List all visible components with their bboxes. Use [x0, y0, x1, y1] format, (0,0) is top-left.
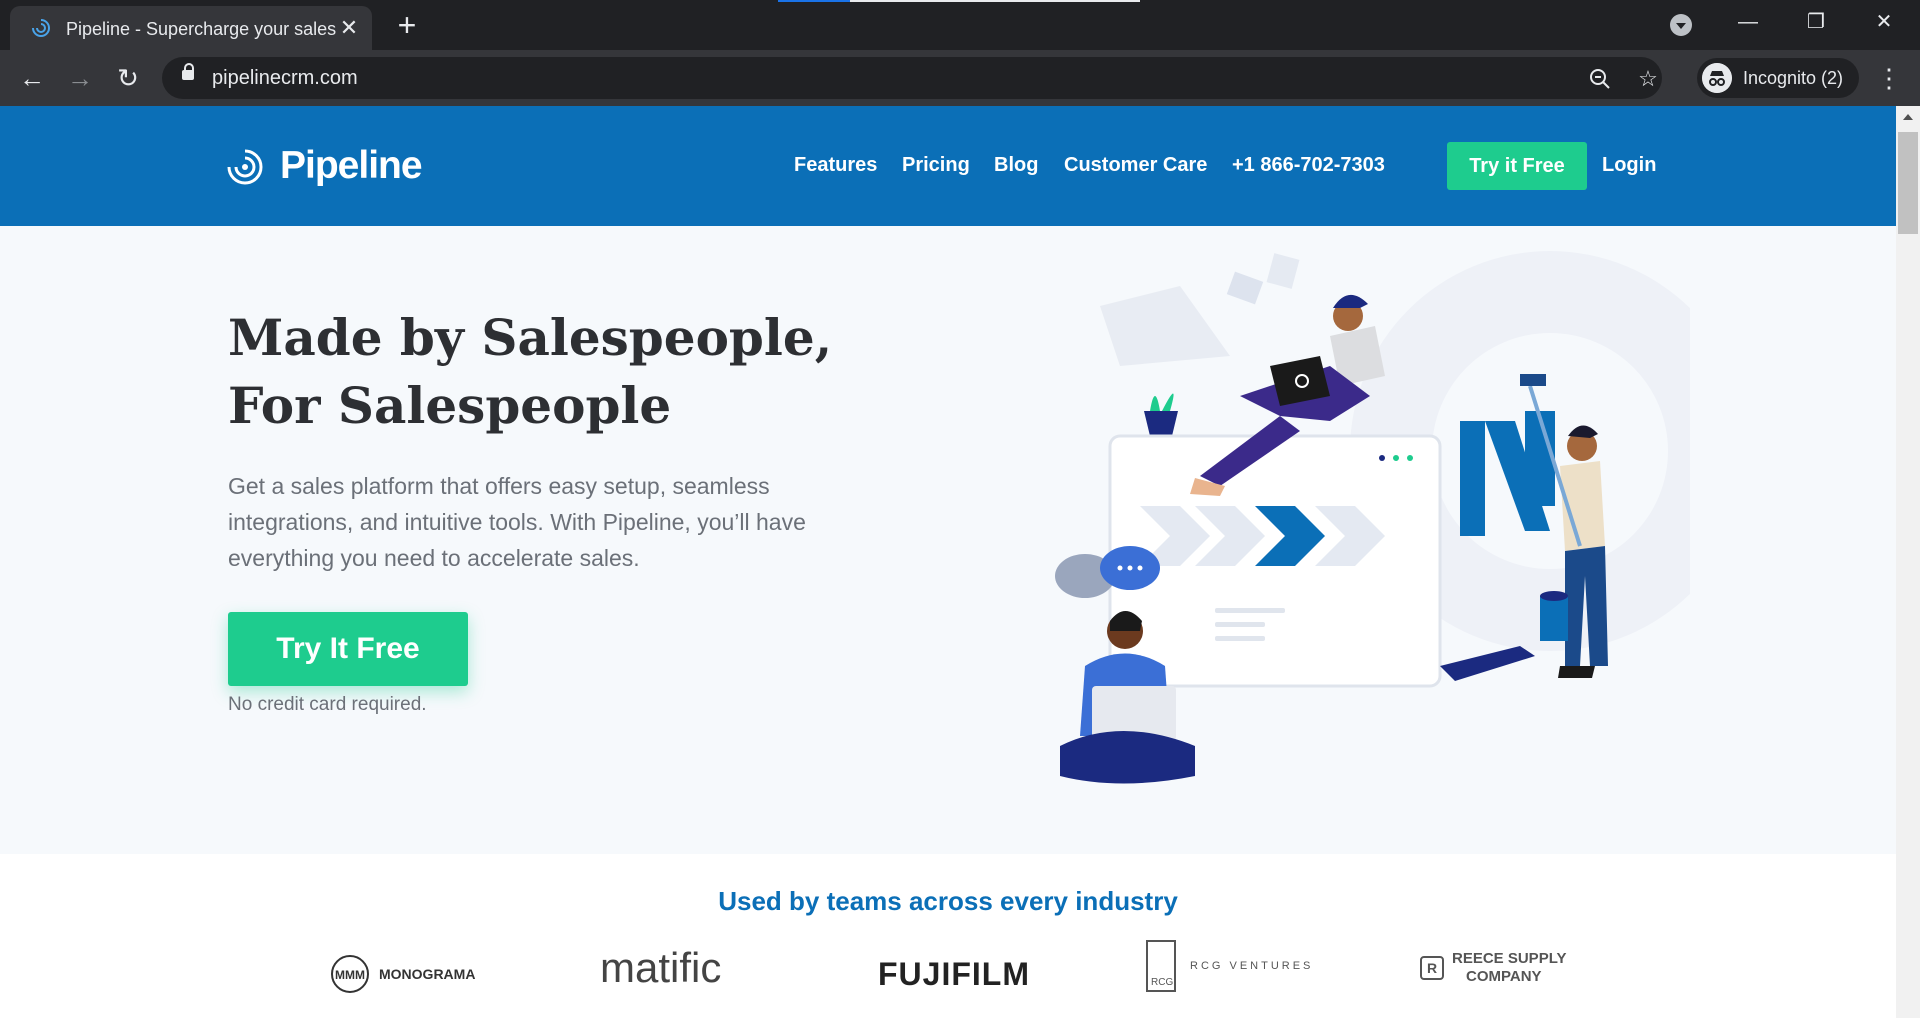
no-credit-card-note: No credit card required.	[228, 694, 427, 715]
pipeline-logo-icon	[227, 149, 263, 185]
scrollbar-thumb[interactable]	[1898, 132, 1918, 234]
browser-toolbar: ← → ↻ pipelinecrm.com ☆ Incognito (2) ⋮	[0, 50, 1920, 106]
rcg-ventures-text: RCG VENTURES	[1190, 960, 1314, 972]
reece-text-line2: COMPANY	[1466, 968, 1542, 985]
lock-icon	[182, 63, 194, 80]
profile-label: Incognito (2)	[1743, 68, 1844, 88]
bookmark-star-icon[interactable]: ☆	[1634, 65, 1662, 93]
nav-customer-care[interactable]: Customer Care	[1064, 154, 1207, 177]
matific-text: matific	[600, 944, 722, 991]
tab-title: Pipeline - Supercharge your sales	[66, 19, 337, 39]
close-window-icon[interactable]: ✕	[1864, 6, 1904, 38]
reece-text-line1: REECE SUPPLY	[1452, 950, 1567, 967]
customer-logos-section: Used by teams across every industry MMM …	[0, 854, 1896, 1018]
browser-menu-icon[interactable]: ⋮	[1876, 62, 1902, 94]
zoom-icon[interactable]	[1586, 65, 1614, 93]
hero-title-line1: Made by Salespeople,	[228, 308, 833, 367]
hero-section: Made by Salespeople, For Salespeople Get…	[0, 226, 1896, 854]
fujifilm-text: FUJIFILM	[878, 956, 1030, 992]
rcg-mark: RCG	[1146, 940, 1176, 992]
url-text: pipelinecrm.com	[212, 67, 358, 89]
hero-title: Made by Salespeople, For Salespeople	[228, 304, 868, 440]
monograma-mark-icon: MMM	[331, 955, 369, 993]
browser-tab-strip: Pipeline - Supercharge your sales ✕ + — …	[0, 0, 1920, 50]
logo-text: Pipeline	[280, 144, 423, 187]
forward-icon[interactable]: →	[64, 62, 96, 94]
new-tab-icon[interactable]: +	[390, 8, 424, 42]
try-it-free-nav-button[interactable]: Try it Free	[1447, 142, 1587, 190]
svg-text:MMM: MMM	[335, 968, 365, 982]
restore-icon[interactable]: ❐	[1796, 6, 1836, 38]
nav-features[interactable]: Features	[794, 154, 877, 177]
back-icon[interactable]: ←	[16, 62, 48, 94]
hero-illustration	[1055, 251, 1690, 784]
incognito-profile-button[interactable]: Incognito (2)	[1697, 58, 1859, 98]
monograma-text: MONOGRAMA	[379, 966, 476, 982]
pipeline-favicon-icon	[32, 19, 50, 37]
address-bar[interactable]: pipelinecrm.com ☆	[162, 57, 1662, 99]
rcg-mark-text: RCG	[1151, 977, 1174, 988]
reload-icon[interactable]: ↻	[112, 62, 144, 94]
page-scrollbar[interactable]	[1896, 106, 1920, 1018]
nav-login[interactable]: Login	[1602, 154, 1656, 177]
logos-heading: Used by teams across every industry	[718, 886, 1178, 916]
minimize-icon[interactable]: —	[1728, 6, 1768, 38]
hero-description: Get a sales platform that offers easy se…	[228, 473, 806, 571]
incognito-icon	[1702, 63, 1732, 93]
nav-blog[interactable]: Blog	[994, 154, 1038, 177]
site-header: Pipeline Features Pricing Blog Customer …	[0, 106, 1896, 226]
try-it-free-hero-button[interactable]: Try It Free	[228, 612, 468, 686]
nav-pricing[interactable]: Pricing	[902, 154, 970, 177]
loading-track	[850, 0, 1140, 2]
hero-title-line2: For Salespeople	[228, 376, 672, 435]
nav-phone[interactable]: +1 866-702-7303	[1232, 154, 1385, 177]
scroll-up-arrow-icon[interactable]	[1903, 114, 1913, 120]
close-tab-icon[interactable]: ✕	[336, 15, 362, 41]
reece-r-icon: R	[1420, 956, 1444, 980]
tab-search-icon[interactable]	[1670, 14, 1692, 36]
loading-indicator	[778, 0, 850, 2]
browser-tab[interactable]: Pipeline - Supercharge your sales ✕	[10, 6, 372, 50]
